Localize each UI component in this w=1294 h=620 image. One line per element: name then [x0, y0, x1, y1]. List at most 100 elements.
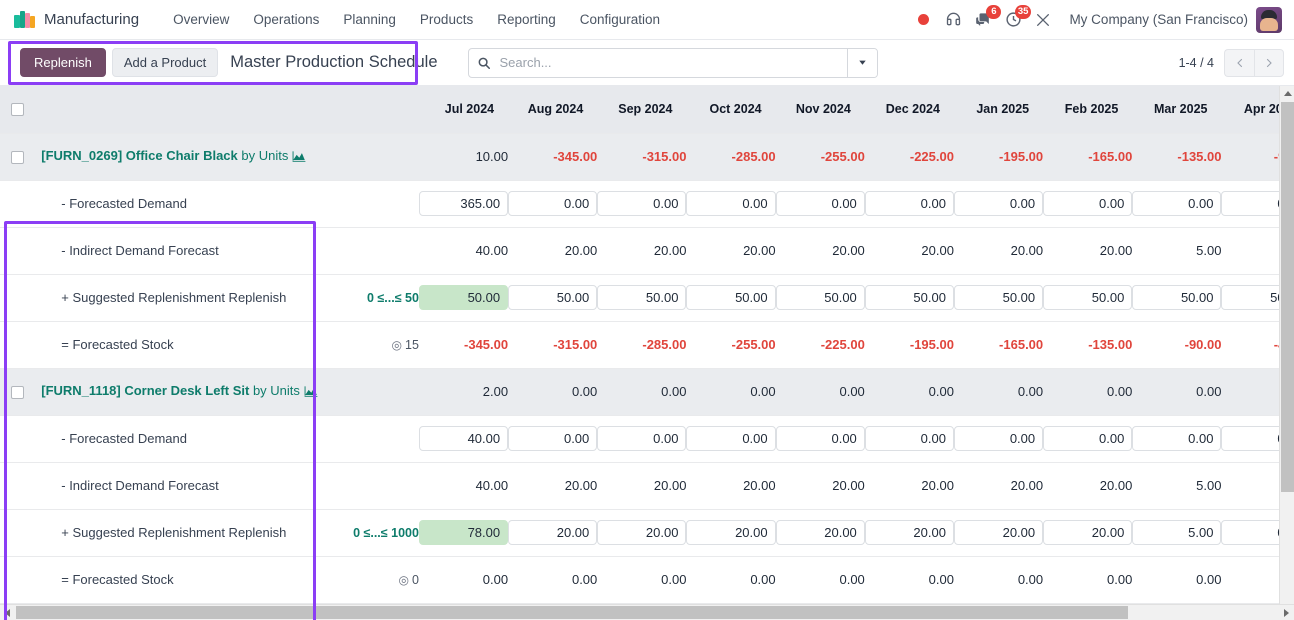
suggested-replenishment-input[interactable]: 50.00 — [775, 274, 865, 322]
forecasted-demand-input[interactable]: 0.00 — [508, 180, 598, 228]
cell-input[interactable]: 20.00 — [597, 520, 687, 545]
forecasted-demand-input[interactable]: 0.00 — [864, 180, 954, 228]
area-chart-icon[interactable] — [292, 150, 306, 165]
forecasted-demand-input[interactable]: 0.00 — [1132, 180, 1222, 228]
suggested-replenishment-input[interactable]: 78.00 — [418, 509, 509, 557]
replenish-button[interactable]: Replenish — [20, 48, 106, 77]
cell-input[interactable]: 50.00 — [597, 285, 687, 310]
search-bar[interactable] — [467, 47, 878, 78]
forecasted-demand-input[interactable]: 0.00 — [597, 415, 687, 463]
cell-input[interactable]: 0.00 — [1043, 426, 1133, 451]
menu-item-planning[interactable]: Planning — [331, 0, 408, 40]
safety-stock-target-cell[interactable]: ◎ 15 — [331, 321, 419, 369]
area-chart-icon[interactable] — [304, 385, 318, 400]
suggested-replenishment-input[interactable]: 20.00 — [864, 509, 954, 557]
product-link[interactable]: [FURN_0269] Office Chair Black by Units — [41, 148, 288, 163]
clock-icon[interactable]: 35 — [999, 4, 1032, 34]
cell-input[interactable]: 20.00 — [953, 520, 1044, 545]
cell-input[interactable]: 0.00 — [1132, 426, 1222, 451]
row-checkbox[interactable] — [11, 386, 25, 400]
forecasted-demand-input[interactable]: 365.00 — [418, 180, 509, 228]
forecasted-demand-input[interactable]: 0.00 — [508, 415, 598, 463]
cell-input[interactable]: 0.00 — [775, 426, 865, 451]
forecasted-demand-input[interactable]: 0.00 — [1132, 415, 1222, 463]
cell-input[interactable]: 50.00 — [686, 285, 776, 310]
suggested-replenishment-input[interactable]: 50.00 — [953, 274, 1044, 322]
suggested-replenishment-input[interactable]: 20.00 — [953, 509, 1044, 557]
forecasted-demand-input[interactable]: 0.00 — [1043, 180, 1133, 228]
add-a-product-button[interactable]: Add a Product — [111, 48, 219, 77]
select-all-checkbox[interactable] — [11, 103, 25, 117]
suggested-replenishment-input[interactable]: 50.00 — [1132, 274, 1222, 322]
suggested-replenishment-input[interactable]: 20.00 — [686, 509, 776, 557]
record-dot-icon[interactable] — [909, 6, 937, 34]
telephone-icon[interactable] — [939, 6, 967, 34]
suggested-replenishment-input[interactable]: 20.00 — [508, 509, 598, 557]
cell-input[interactable]: 20.00 — [864, 520, 954, 545]
forecasted-demand-input[interactable]: 0.00 — [686, 180, 776, 228]
replenishment-range-label[interactable]: 0 ≤...≤ 1000 — [331, 509, 419, 557]
cell-input[interactable]: 365.00 — [418, 191, 509, 216]
forecasted-demand-input[interactable]: 0.00 — [775, 415, 865, 463]
chat-bubble-icon[interactable]: 6 — [969, 4, 1002, 34]
cell-input[interactable]: 20.00 — [508, 520, 598, 545]
suggested-replenishment-input[interactable]: 50.00 — [686, 274, 776, 322]
search-dropdown-toggle[interactable] — [846, 48, 877, 77]
cell-input[interactable]: 50.00 — [775, 285, 865, 310]
user-avatar[interactable] — [1256, 6, 1282, 33]
cell-input[interactable]: 50.00 — [1132, 285, 1222, 310]
cell-input[interactable]: 20.00 — [686, 520, 776, 545]
forecasted-demand-input[interactable]: 0.00 — [1043, 415, 1133, 463]
forecasted-demand-input[interactable]: 0.00 — [953, 180, 1044, 228]
cell-input[interactable]: 0.00 — [953, 191, 1044, 216]
forecasted-demand-input[interactable]: 0.00 — [864, 415, 954, 463]
company-selector[interactable]: My Company (San Francisco) — [1069, 12, 1248, 27]
cell-input[interactable]: 50.00 — [864, 285, 954, 310]
cell-input[interactable]: 0.00 — [864, 426, 954, 451]
forecasted-demand-input[interactable]: 0.00 — [775, 180, 865, 228]
vertical-scroll-thumb[interactable] — [1281, 102, 1294, 492]
forecasted-demand-input[interactable]: 40.00 — [418, 415, 509, 463]
horizontal-scroll-thumb[interactable] — [16, 606, 1128, 619]
pager-label[interactable]: 1-4 / 4 — [1179, 56, 1214, 70]
cell-input[interactable]: 0.00 — [597, 191, 687, 216]
menu-item-reporting[interactable]: Reporting — [485, 0, 568, 40]
scroll-left-arrow-icon[interactable] — [0, 605, 15, 620]
suggested-replenishment-input[interactable]: 50.00 — [864, 274, 954, 322]
suggested-replenishment-input[interactable]: 20.00 — [597, 509, 687, 557]
cell-input[interactable]: 0.00 — [686, 426, 776, 451]
app-brand-name[interactable]: Manufacturing — [44, 11, 139, 28]
cell-input[interactable]: 78.00 — [418, 520, 509, 545]
search-bar-main[interactable] — [469, 49, 847, 77]
menu-item-configuration[interactable]: Configuration — [568, 0, 672, 40]
row-checkbox[interactable] — [11, 151, 25, 165]
cell-input[interactable]: 50.00 — [418, 285, 509, 310]
cell-input[interactable]: 0.00 — [508, 191, 598, 216]
suggested-replenishment-input[interactable]: 50.00 — [418, 274, 509, 322]
forecasted-demand-input[interactable]: 0.00 — [953, 415, 1044, 463]
suggested-replenishment-input[interactable]: 50.00 — [597, 274, 687, 322]
cell-input[interactable]: 0.00 — [597, 426, 687, 451]
pager-previous-button[interactable] — [1224, 48, 1254, 77]
cell-input[interactable]: 0.00 — [953, 426, 1044, 451]
cell-input[interactable]: 40.00 — [418, 426, 509, 451]
suggested-replenishment-input[interactable]: 20.00 — [1043, 509, 1133, 557]
cell-input[interactable]: 0.00 — [1132, 191, 1222, 216]
cell-input[interactable]: 0.00 — [775, 191, 865, 216]
product-link[interactable]: [FURN_1118] Corner Desk Left Sit by Unit… — [41, 383, 300, 398]
safety-stock-target-cell[interactable]: ◎ 0 — [331, 556, 419, 604]
forecasted-demand-input[interactable]: 0.00 — [686, 415, 776, 463]
scroll-right-arrow-icon[interactable] — [1279, 605, 1294, 620]
cell-input[interactable]: 20.00 — [775, 520, 865, 545]
search-input[interactable] — [497, 54, 839, 71]
suggested-replenishment-input[interactable]: 50.00 — [508, 274, 598, 322]
menu-item-overview[interactable]: Overview — [161, 0, 241, 40]
suggested-replenishment-input[interactable]: 50.00 — [1043, 274, 1133, 322]
scroll-up-arrow-icon[interactable] — [1280, 86, 1294, 101]
pager-next-button[interactable] — [1254, 48, 1284, 77]
cell-input[interactable]: 50.00 — [508, 285, 598, 310]
forecasted-demand-input[interactable]: 0.00 — [597, 180, 687, 228]
cell-input[interactable]: 20.00 — [1043, 520, 1133, 545]
cell-input[interactable]: 0.00 — [1043, 191, 1133, 216]
tools-wrench-icon[interactable] — [1029, 6, 1057, 34]
